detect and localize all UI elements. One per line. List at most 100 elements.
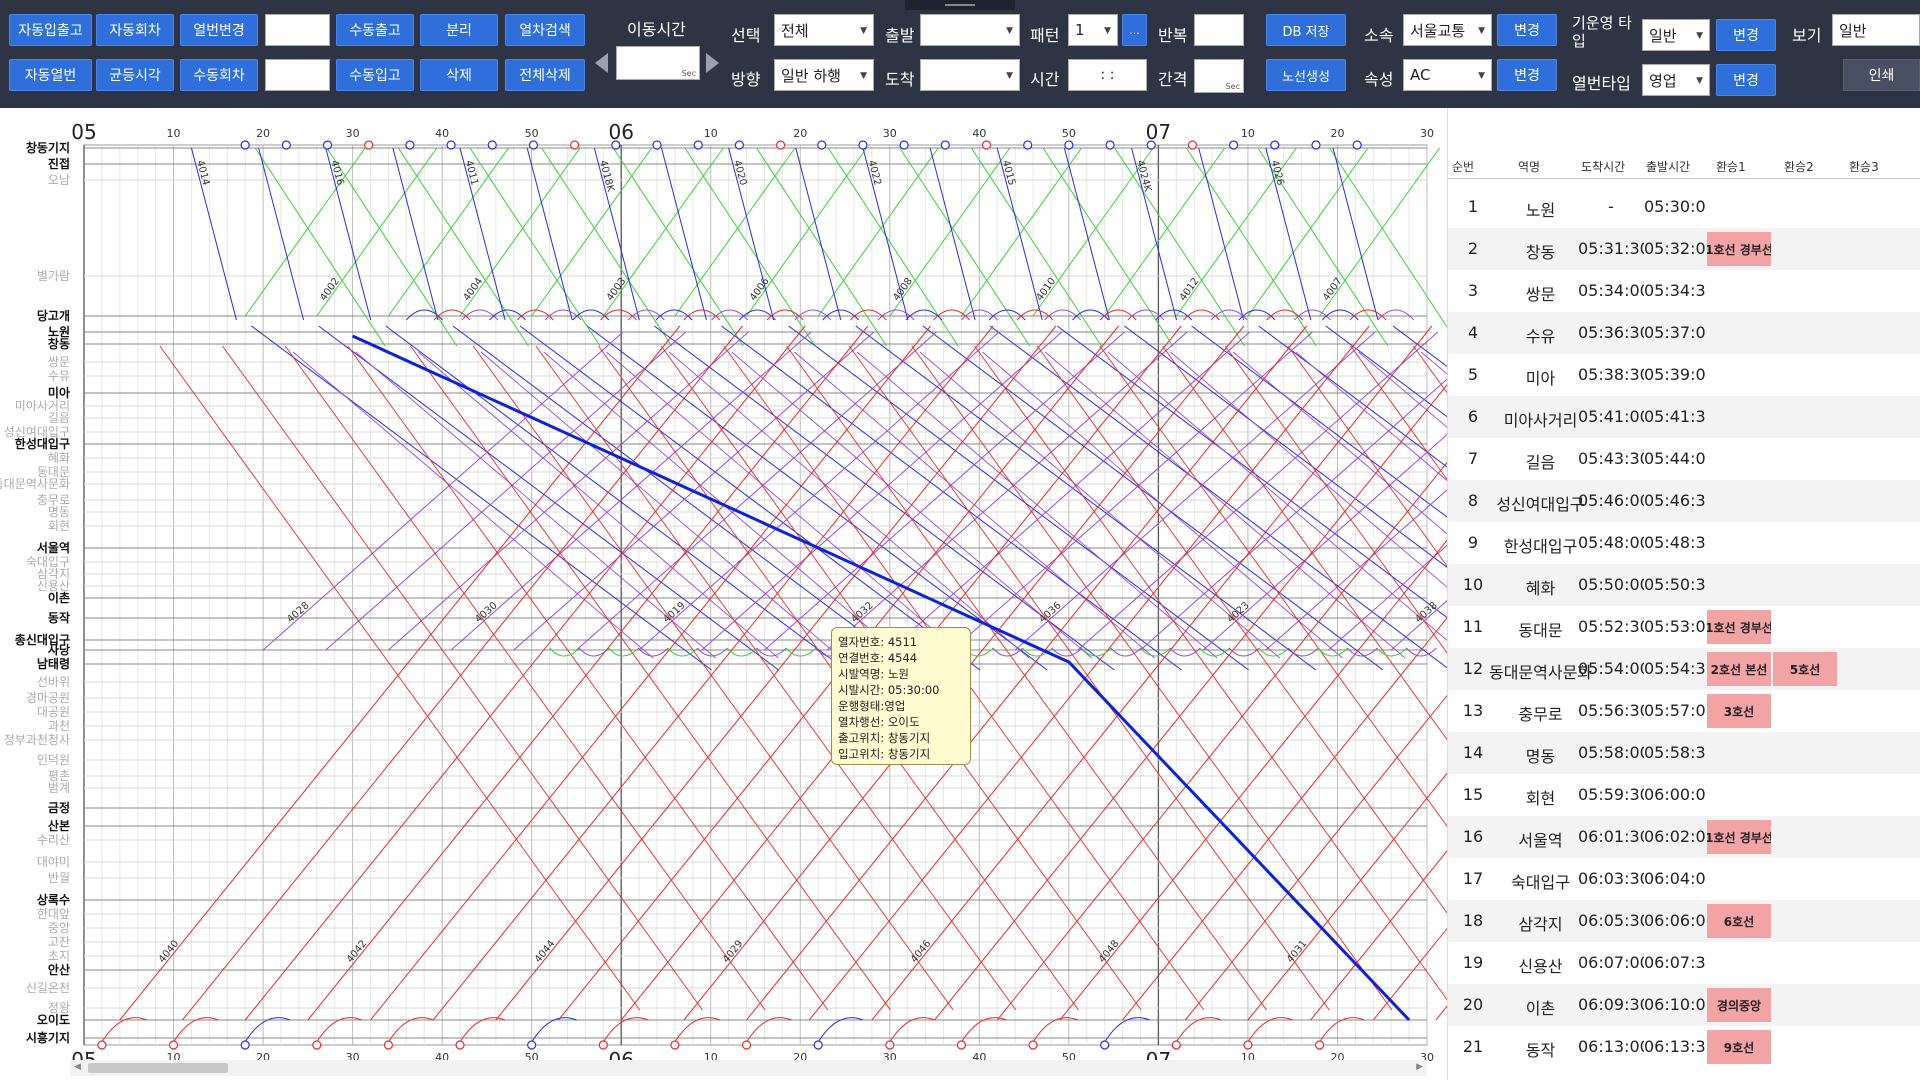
move-time-input[interactable]: Sec — [616, 46, 700, 80]
depot-marker[interactable] — [487, 140, 497, 150]
delete-all-button[interactable]: 전체삭제 — [505, 59, 585, 91]
route-generate-button[interactable]: 노선생성 — [1266, 59, 1346, 91]
depot-marker[interactable] — [1229, 140, 1239, 150]
base-type-change-button[interactable]: 변경 — [1716, 19, 1776, 51]
timetable-row[interactable]: 21동작06:13:0006:13:309호선 — [1448, 1026, 1920, 1068]
timetable-row[interactable]: 5미아05:38:3005:39:00 — [1448, 354, 1920, 396]
timetable-row[interactable]: 9한성대입구05:48:0005:48:30 — [1448, 522, 1920, 564]
depot-marker[interactable] — [1105, 140, 1115, 150]
timetable-row[interactable]: 3쌍문05:34:0005:34:30 — [1448, 270, 1920, 312]
manual-turn-button[interactable]: 수동회차 — [180, 59, 258, 91]
change-train-no-button[interactable]: 열번변경 — [180, 14, 258, 46]
even-time-button[interactable]: 균등시각 — [96, 59, 174, 91]
select-dropdown[interactable]: 전체 ▼ — [774, 14, 874, 46]
affiliation-dropdown[interactable]: 서울교통 ▼ — [1403, 14, 1492, 46]
depot-marker[interactable] — [1270, 140, 1280, 150]
depot-marker[interactable] — [97, 1040, 107, 1050]
depot-marker[interactable] — [240, 1040, 250, 1050]
train-line[interactable] — [1435, 326, 1447, 1021]
view-dropdown[interactable]: 일반 — [1832, 14, 1920, 46]
timetable-row[interactable]: 14명동05:58:0005:58:30 — [1448, 732, 1920, 774]
depot-marker[interactable] — [885, 1040, 895, 1050]
depot-marker[interactable] — [446, 140, 456, 150]
depot-marker[interactable] — [405, 140, 415, 150]
auto-in-out-button[interactable]: 자동입출고 — [9, 14, 92, 46]
depot-marker[interactable] — [1243, 1040, 1253, 1050]
print-button[interactable]: 인쇄 — [1843, 59, 1920, 91]
timetable-row[interactable]: 19신용산06:07:0006:07:30 — [1448, 942, 1920, 984]
timetable-row[interactable]: 8성신여대입구05:46:0005:46:30 — [1448, 480, 1920, 522]
timetable-row[interactable]: 4수유05:36:3005:37:00 — [1448, 312, 1920, 354]
attribute-dropdown[interactable]: AC ▼ — [1403, 59, 1492, 91]
train-no-input[interactable] — [265, 14, 330, 46]
base-type-dropdown[interactable]: 일반 ▼ — [1642, 19, 1710, 51]
depot-marker[interactable] — [652, 140, 662, 150]
depot-marker[interactable] — [1100, 1040, 1110, 1050]
arrive-dropdown[interactable]: ▼ — [920, 59, 1020, 91]
depot-marker[interactable] — [598, 1040, 608, 1050]
manual-out-button[interactable]: 수동출고 — [336, 14, 414, 46]
toolbar-grip[interactable] — [905, 0, 1015, 10]
timetable-row[interactable]: 12동대문역사문화05:54:0005:54:302호선 본선5호선 — [1448, 648, 1920, 690]
train-diagram[interactable]: 창동기지진접오남별가람당고개노원창동쌍문수유미아미아사거리길음성신여대입구한성대… — [0, 108, 1447, 1080]
train-type-dropdown[interactable]: 영업 ▼ — [1642, 64, 1710, 96]
timetable-row[interactable]: 18삼각지06:05:3006:06:006호선 — [1448, 900, 1920, 942]
depot-marker[interactable] — [455, 1040, 465, 1050]
move-left-icon[interactable] — [595, 53, 608, 73]
timetable-row[interactable]: 17숙대입구06:03:3006:04:00 — [1448, 858, 1920, 900]
depot-marker[interactable] — [528, 140, 539, 150]
depot-marker[interactable] — [940, 140, 950, 150]
depot-marker[interactable] — [383, 1040, 394, 1050]
train-type-change-button[interactable]: 변경 — [1716, 64, 1776, 96]
scroll-left-icon[interactable]: ◀ — [74, 1062, 81, 1072]
depot-marker[interactable] — [1171, 1040, 1181, 1050]
timetable-row[interactable]: 13충무로05:56:3005:57:003호선 — [1448, 690, 1920, 732]
depot-marker[interactable] — [775, 140, 786, 150]
depot-marker[interactable] — [1311, 140, 1321, 150]
manual-in-button[interactable]: 수동입고 — [336, 59, 414, 91]
auto-train-no-button[interactable]: 자동열번 — [9, 59, 92, 91]
depot-marker[interactable] — [240, 140, 250, 150]
attribute-change-button[interactable]: 변경 — [1497, 59, 1557, 91]
auto-turn-button[interactable]: 자동회차 — [96, 14, 174, 46]
depot-marker[interactable] — [1023, 140, 1033, 150]
pattern-dropdown[interactable]: 1 ▼ — [1068, 14, 1118, 46]
depot-marker[interactable] — [956, 1040, 967, 1050]
delete-button[interactable]: 삭제 — [420, 59, 498, 91]
timetable-row[interactable]: 20이촌06:09:3006:10:00경의중앙 — [1448, 984, 1920, 1026]
depot-marker[interactable] — [693, 140, 703, 150]
depot-marker[interactable] — [817, 140, 827, 150]
split-button[interactable]: 분리 — [420, 14, 498, 46]
depot-marker[interactable] — [611, 140, 621, 150]
move-right-icon[interactable] — [706, 53, 719, 73]
depot-marker[interactable] — [527, 1040, 537, 1050]
depot-marker[interactable] — [858, 140, 868, 150]
depot-marker[interactable] — [1028, 1040, 1038, 1050]
timetable-row[interactable]: 6미아사거리05:41:0005:41:30 — [1448, 396, 1920, 438]
scroll-right-icon[interactable]: ▶ — [1416, 1062, 1423, 1072]
depot-marker[interactable] — [734, 140, 744, 150]
db-save-button[interactable]: DB 저장 — [1266, 14, 1346, 46]
timetable-row[interactable]: 7길음05:43:3005:44:00 — [1448, 438, 1920, 480]
depot-marker[interactable] — [670, 1040, 680, 1050]
timetable-row[interactable]: 11동대문05:52:3005:53:001호선 경부선 — [1448, 606, 1920, 648]
depot-marker[interactable] — [899, 140, 909, 150]
repeat-input[interactable] — [1194, 14, 1244, 46]
train-search-button[interactable]: 열차검색 — [505, 14, 585, 46]
depart-dropdown[interactable]: ▼ — [920, 14, 1020, 46]
depot-marker[interactable] — [1352, 140, 1362, 150]
depot-marker[interactable] — [1064, 140, 1074, 150]
scrollbar-thumb[interactable] — [88, 1063, 228, 1073]
depot-marker[interactable] — [168, 1040, 179, 1050]
timetable-row[interactable]: 16서울역06:01:3006:02:001호선 경부선 — [1448, 816, 1920, 858]
timetable-row[interactable]: 15회현05:59:3006:00:00 — [1448, 774, 1920, 816]
depot-marker[interactable] — [570, 140, 580, 150]
time-input[interactable]: : : — [1068, 59, 1147, 91]
depot-marker[interactable] — [281, 140, 291, 150]
depot-marker[interactable] — [1187, 140, 1198, 150]
timetable-row[interactable]: 2창동05:31:3005:32:001호선 경부선 — [1448, 228, 1920, 270]
depot-marker[interactable] — [981, 140, 992, 150]
direction-dropdown[interactable]: 일반 하행 ▼ — [774, 59, 874, 91]
depot-marker[interactable] — [364, 140, 374, 150]
depot-marker[interactable] — [1314, 1040, 1325, 1050]
